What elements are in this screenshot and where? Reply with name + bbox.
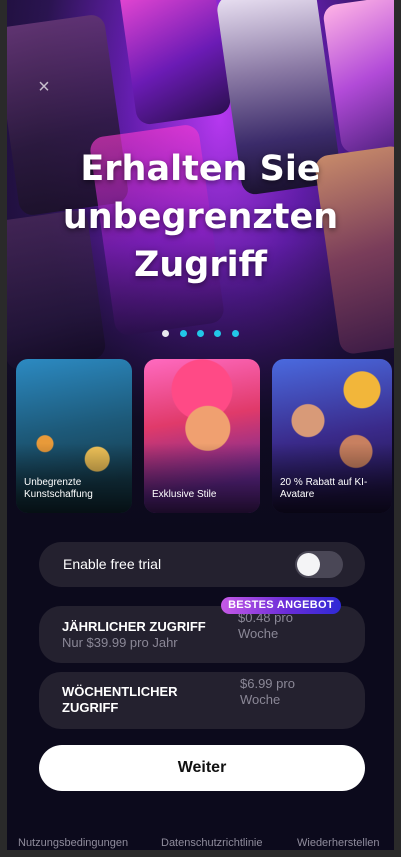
plan-price: $0.48 pro Woche	[238, 610, 293, 641]
free-trial-row[interactable]: Enable free trial	[39, 542, 365, 587]
pagination-dot[interactable]	[197, 330, 204, 337]
plan-name: WÖCHENTLICHER ZUGRIFF	[62, 684, 178, 715]
title-line: unbegrenzten	[62, 197, 339, 237]
title-line: Zugriff	[134, 245, 267, 285]
plan-weekly[interactable]: WÖCHENTLICHER ZUGRIFF $6.99 pro Woche	[39, 672, 365, 729]
terms-link[interactable]: Nutzungsbedingungen	[18, 837, 128, 849]
plan-yearly[interactable]: JÄHRLICHER ZUGRIFF Nur $39.99 pro Jahr $…	[39, 606, 365, 663]
feature-card-avatar-discount[interactable]: 20 % Rabatt auf KI-Avatare	[272, 359, 392, 513]
plan-price: $6.99 pro Woche	[240, 676, 295, 707]
feature-card-unlimited-art[interactable]: Unbegrenzte Kunstschaffung	[16, 359, 132, 513]
free-trial-label: Enable free trial	[63, 556, 162, 572]
restore-link[interactable]: Wiederherstellen	[297, 837, 380, 849]
pagination-dot[interactable]	[179, 330, 187, 337]
footer-links: Nutzungsbedingungen Datenschutzrichtlini…	[7, 837, 394, 850]
feature-label: Unbegrenzte Kunstschaffung	[24, 477, 93, 500]
privacy-link[interactable]: Datenschutzrichtlinie	[161, 837, 263, 849]
close-icon[interactable]: ×	[35, 77, 53, 97]
feature-label: Exklusive Stile	[152, 489, 217, 500]
pagination-dot[interactable]	[231, 330, 239, 337]
feature-cards: Unbegrenzte Kunstschaffung Exklusive Sti…	[16, 359, 394, 513]
plan-subtitle: Nur $39.99 pro Jahr	[62, 635, 178, 650]
carousel-pagination	[7, 324, 394, 337]
plan-name: JÄHRLICHER ZUGRIFF	[62, 619, 206, 634]
feature-label: 20 % Rabatt auf KI-Avatare	[280, 477, 368, 500]
feature-card-exclusive-styles[interactable]: Exklusive Stile	[144, 359, 260, 513]
paywall-screen: × Erhalten Sie unbegrenzten Zugriff Unbe…	[7, 0, 394, 850]
page-title: Erhalten Sie unbegrenzten Zugriff	[7, 145, 394, 289]
title-line: Erhalten Sie	[80, 149, 321, 189]
continue-button[interactable]: Weiter	[39, 745, 365, 791]
collage-image	[117, 0, 232, 126]
toggle-knob	[297, 553, 320, 576]
free-trial-toggle[interactable]	[295, 551, 343, 578]
best-offer-badge: BESTES ANGEBOT	[221, 597, 341, 614]
